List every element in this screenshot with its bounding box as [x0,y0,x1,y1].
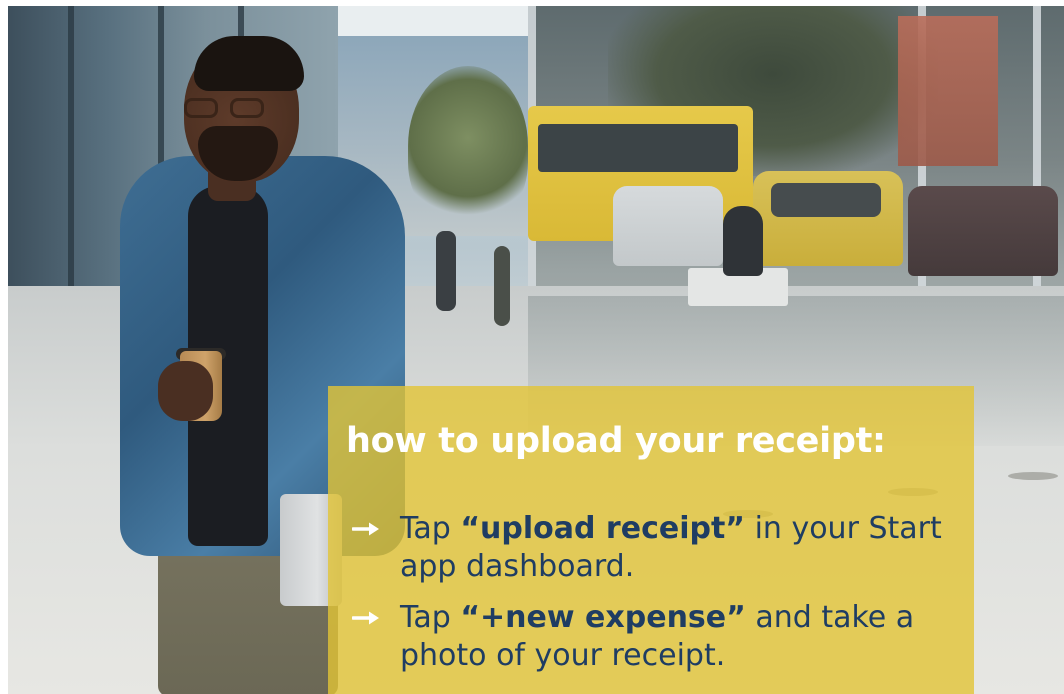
step-item: Tap “upload receipt” in your Start app d… [346,510,954,585]
instructions-panel: how to upload your receipt: Tap “upload … [328,386,974,694]
white-car-reflection [613,186,723,266]
pedestrian [436,231,456,311]
arrow-right-icon [352,611,379,625]
step-action-label: “upload receipt” [460,511,746,546]
panel-title: how to upload your receipt: [346,421,886,461]
yellow-van-reflection [753,171,903,266]
dark-car-reflection [908,186,1058,276]
man-hand [158,361,213,421]
step-item: Tap “+new expense” and take a photo of y… [346,599,954,674]
step-text-prefix: Tap [400,511,461,546]
step-text-prefix: Tap [400,600,461,635]
seated-person-reflection [723,206,763,276]
red-building-reflection [898,16,998,166]
step-action-label: “+new expense” [460,600,746,635]
man-glasses [184,98,280,120]
pedestrian [494,246,510,326]
arrow-right-icon [352,522,379,536]
steps-list: Tap “upload receipt” in your Start app d… [346,510,954,674]
street-trees [408,66,528,226]
drain-cover [1008,472,1058,480]
man-hair [194,36,304,91]
